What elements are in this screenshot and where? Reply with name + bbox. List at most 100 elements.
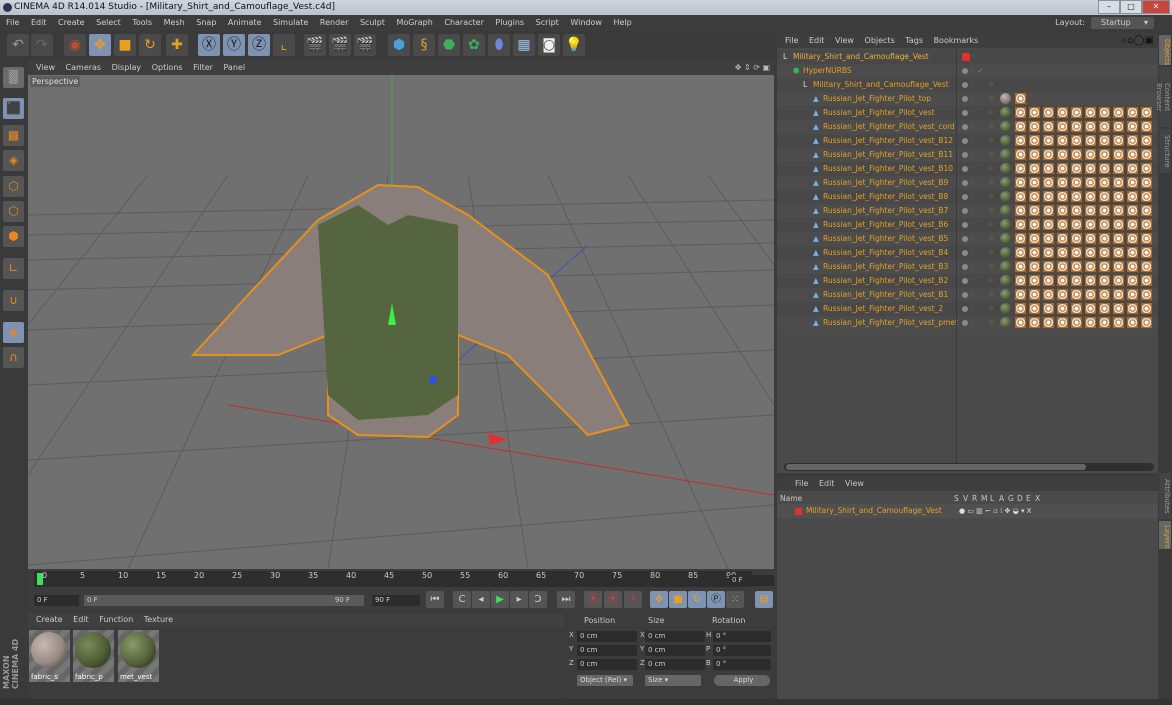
uvw-tag-icon[interactable] <box>1057 121 1068 132</box>
layer-dot[interactable] <box>962 278 968 284</box>
uvw-tag-icon[interactable] <box>1085 275 1096 286</box>
uvw-tag-icon[interactable] <box>1015 275 1026 286</box>
uvw-tag-icon[interactable] <box>1015 177 1026 188</box>
layer-menu-view[interactable]: View <box>845 479 864 488</box>
uvw-tag-icon[interactable] <box>1127 107 1138 118</box>
visibility-toggle[interactable]: : <box>972 316 974 330</box>
render-view-icon[interactable]: 🎬 <box>304 34 326 56</box>
uvw-tag-icon[interactable] <box>1043 275 1054 286</box>
uvw-tag-icon[interactable] <box>1029 149 1040 160</box>
material-tag-icon[interactable] <box>1000 303 1011 314</box>
uvw-tag-icon[interactable] <box>1141 303 1152 314</box>
material-tag-icon[interactable] <box>1000 233 1011 244</box>
material-tag-icon[interactable] <box>1000 149 1011 160</box>
om-menu-file[interactable]: File <box>785 36 798 45</box>
uvw-tag-icon[interactable] <box>1029 219 1040 230</box>
snap-icon[interactable]: ∩ <box>3 347 24 368</box>
subdivision-icon[interactable]: ⬣ <box>438 34 460 56</box>
uvw-tag-icon[interactable] <box>1043 219 1054 230</box>
uvw-tag-icon[interactable] <box>1015 205 1026 216</box>
material-tag-icon[interactable] <box>1000 135 1011 146</box>
layer-column-header[interactable]: G <box>1008 494 1014 503</box>
previous-frame-button[interactable]: ◂ <box>472 591 490 608</box>
visibility-toggle[interactable]: : <box>972 120 974 134</box>
menu-simulate[interactable]: Simulate <box>273 18 308 27</box>
key-pla-toggle[interactable]: ⁙ <box>726 591 744 608</box>
layer-dot[interactable] <box>962 96 968 102</box>
phong-tag-icon[interactable]: ⁘ <box>988 106 994 120</box>
uvw-tag-icon[interactable] <box>1043 303 1054 314</box>
material-tag-icon[interactable] <box>1000 93 1011 104</box>
uvw-tag-icon[interactable] <box>1043 289 1054 300</box>
visibility-toggle[interactable]: : <box>972 288 974 302</box>
material-tag-icon[interactable] <box>1000 317 1011 328</box>
uvw-tag-icon[interactable] <box>1015 163 1026 174</box>
undo-icon[interactable]: ↶ <box>7 34 29 56</box>
uvw-tag-icon[interactable] <box>1141 233 1152 244</box>
menu-script[interactable]: Script <box>536 18 559 27</box>
uvw-tag-icon[interactable] <box>1099 107 1110 118</box>
visibility-toggle[interactable]: : <box>972 274 974 288</box>
visibility-toggle[interactable]: : <box>972 148 974 162</box>
layer-dot[interactable] <box>962 306 968 312</box>
add-icon[interactable]: ✚ <box>166 34 188 56</box>
uvw-tag-icon[interactable] <box>1141 163 1152 174</box>
uvw-tag-icon[interactable] <box>1113 219 1124 230</box>
uvw-tag-icon[interactable] <box>1113 107 1124 118</box>
uvw-tag-icon[interactable] <box>1085 219 1096 230</box>
frame-range-slider[interactable]: 0 F 90 F <box>84 595 364 606</box>
uvw-tag-icon[interactable] <box>1057 205 1068 216</box>
uvw-tag-icon[interactable] <box>1057 177 1068 188</box>
uvw-tag-icon[interactable] <box>1127 303 1138 314</box>
uvw-tag-icon[interactable] <box>1099 247 1110 258</box>
visibility-toggle[interactable]: : <box>972 106 974 120</box>
uvw-tag-icon[interactable] <box>1141 275 1152 286</box>
polygons-mode-icon[interactable]: ⬢ <box>3 226 24 247</box>
uvw-tag-icon[interactable] <box>1099 261 1110 272</box>
z-axis-icon[interactable]: Ⓩ <box>248 34 270 56</box>
visibility-toggle[interactable]: : <box>972 260 974 274</box>
uvw-tag-icon[interactable] <box>1085 121 1096 132</box>
uvw-tag-icon[interactable] <box>1071 247 1082 258</box>
material-tag-icon[interactable] <box>1000 219 1011 230</box>
uvw-tag-icon[interactable] <box>1015 191 1026 202</box>
uvw-tag-icon[interactable] <box>1015 317 1026 328</box>
uvw-tag-icon[interactable] <box>1127 317 1138 328</box>
phong-tag-icon[interactable]: ⁘ <box>988 302 994 316</box>
uvw-tag-icon[interactable] <box>1043 107 1054 118</box>
om-search-home-icons[interactable]: ⌕⌂◯▣ <box>1121 33 1154 48</box>
uvw-tag-icon[interactable] <box>1127 289 1138 300</box>
live-selection-icon[interactable]: ◉ <box>64 34 86 56</box>
uvw-tag-icon[interactable] <box>1113 205 1124 216</box>
uvw-tag-icon[interactable] <box>1141 317 1152 328</box>
material-swatch[interactable]: fabric_p <box>73 630 114 682</box>
uvw-tag-icon[interactable] <box>1085 107 1096 118</box>
uvw-tag-icon[interactable] <box>1071 289 1082 300</box>
uvw-tag-icon[interactable] <box>1127 261 1138 272</box>
current-frame-field[interactable]: 0 F <box>729 575 774 586</box>
uvw-tag-icon[interactable] <box>1029 233 1040 244</box>
layer-dot[interactable] <box>962 82 968 88</box>
uvw-tag-icon[interactable] <box>1071 303 1082 314</box>
visibility-toggle[interactable]: : <box>972 92 974 106</box>
visibility-toggle[interactable]: : <box>972 64 974 78</box>
layer-dot[interactable] <box>962 53 970 61</box>
menu-snap[interactable]: Snap <box>196 18 216 27</box>
uvw-tag-icon[interactable] <box>1141 177 1152 188</box>
uvw-tag-icon[interactable] <box>1043 149 1054 160</box>
coordinate-system-icon[interactable]: ⌞ <box>273 34 295 56</box>
phong-tag-icon[interactable]: ⁘ <box>988 190 994 204</box>
material-tag-icon[interactable] <box>1000 247 1011 258</box>
previous-key-button[interactable]: C <box>453 591 471 608</box>
uvw-tag-icon[interactable] <box>1043 163 1054 174</box>
uvw-tag-icon[interactable] <box>1057 289 1068 300</box>
uvw-tag-icon[interactable] <box>1099 317 1110 328</box>
uvw-tag-icon[interactable] <box>1071 219 1082 230</box>
maximize-button[interactable]: □ <box>1120 0 1142 14</box>
material-menu-edit[interactable]: Edit <box>73 615 89 624</box>
uvw-tag-icon[interactable] <box>1099 205 1110 216</box>
end-frame-field[interactable]: 90 F <box>372 595 420 606</box>
uvw-tag-icon[interactable] <box>1057 219 1068 230</box>
phong-tag-icon[interactable]: ⁘ <box>988 92 994 106</box>
layer-dot[interactable] <box>962 180 968 186</box>
